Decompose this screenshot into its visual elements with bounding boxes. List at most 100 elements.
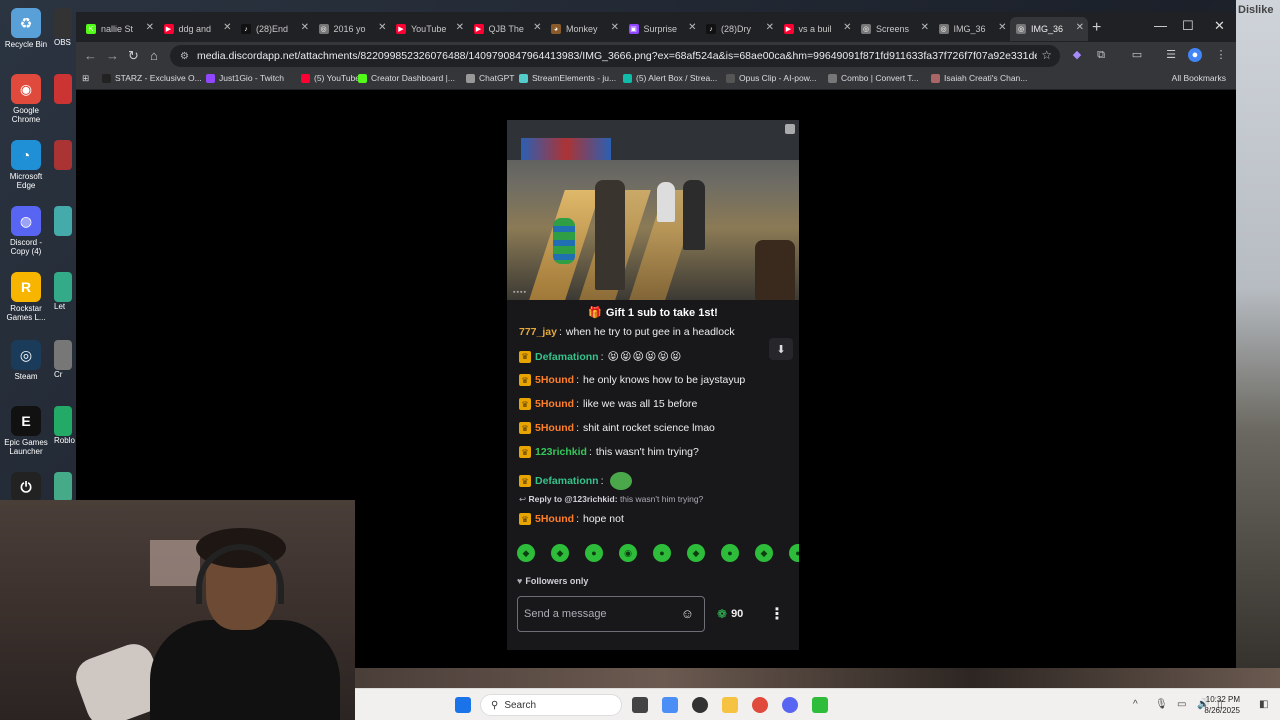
desktop-icon-partial[interactable]: Let: [54, 272, 76, 311]
browser-tab[interactable]: ◎ IMG_36 ✕: [933, 17, 1011, 41]
browser-tab[interactable]: ▶ QJB The ✕: [468, 17, 546, 41]
chat-username[interactable]: 777_jay: [519, 326, 557, 338]
extensions-puzzle-icon[interactable]: ⧉: [1094, 48, 1108, 62]
chat-username[interactable]: Defamationn: [535, 475, 599, 487]
close-window-button[interactable]: ✕: [1214, 18, 1225, 34]
bookmark-item[interactable]: ChatGPT: [466, 73, 514, 83]
tray-chevron-icon[interactable]: ^: [1133, 699, 1138, 710]
tab-close-icon[interactable]: ✕: [766, 22, 774, 33]
kick-taskbar-icon[interactable]: [812, 697, 828, 713]
new-tab-button[interactable]: +: [1092, 19, 1101, 37]
bookmark-item[interactable]: (5) Alert Box / Strea...: [623, 73, 717, 83]
bookmark-item[interactable]: Combo | Convert T...: [828, 73, 919, 83]
address-bar[interactable]: ⚙ media.discordapp.net/attachments/82209…: [170, 45, 1060, 67]
maximize-button[interactable]: ☐: [1182, 18, 1194, 34]
emote-icon[interactable]: ●: [585, 544, 603, 562]
desktop-icon-partial[interactable]: Cr: [54, 340, 76, 379]
emoji-icon[interactable]: ☺: [681, 606, 694, 621]
browser-tab[interactable]: ▶ YouTube ✕: [390, 17, 468, 41]
tab-close-icon[interactable]: ✕: [998, 22, 1006, 33]
desktop-icon-partial[interactable]: Roblo: [54, 406, 76, 445]
chat-more-menu-icon[interactable]: ⋮: [769, 604, 785, 624]
bookmark-item[interactable]: Just1Gio - Twitch: [206, 73, 284, 83]
profile-avatar-icon[interactable]: ●: [1188, 48, 1202, 62]
bookmark-item[interactable]: Opus Clip - AI-pow...: [726, 73, 816, 83]
browser-tab[interactable]: ♪ (28)Dry ✕: [700, 17, 778, 41]
tab-close-icon[interactable]: ✕: [843, 22, 851, 33]
clock[interactable]: 10:32 PM 8/26/2025: [1204, 694, 1240, 716]
obs-icon[interactable]: [692, 697, 708, 713]
chat-username[interactable]: 123richkid: [535, 446, 587, 458]
browser-tab[interactable]: ◎ Screens ✕: [855, 17, 933, 41]
desktop-icon[interactable]: R Rockstar Games L...: [2, 272, 50, 322]
file-explorer-icon[interactable]: [722, 697, 738, 713]
emote-icon[interactable]: ◆: [517, 544, 535, 562]
browser-tab[interactable]: ▶ ddg and ✕: [158, 17, 236, 41]
forward-button[interactable]: →: [106, 48, 119, 63]
browser-tab[interactable]: ◕ Monkey ✕: [545, 17, 623, 41]
all-bookmarks-folder[interactable]: All Bookmarks: [1172, 73, 1226, 83]
browser-tab[interactable]: ◎ IMG_36 ✕: [1010, 17, 1088, 41]
desktop-icon-partial[interactable]: [54, 206, 76, 236]
reload-button[interactable]: ↻: [128, 48, 139, 64]
taskbar-search[interactable]: ⚲ Search: [480, 694, 622, 716]
chat-username[interactable]: 5Hound: [535, 513, 574, 525]
emote-icon[interactable]: ◆: [755, 544, 773, 562]
emote-icon[interactable]: ●: [789, 544, 799, 562]
chat-username[interactable]: Defamationn: [535, 351, 599, 363]
browser-tab[interactable]: ◎ 2016 yo ✕: [313, 17, 391, 41]
back-button[interactable]: ←: [84, 48, 97, 63]
site-info-icon[interactable]: ⚙: [180, 51, 189, 62]
notification-icon[interactable]: ◧: [1259, 699, 1268, 710]
chrome-taskbar-icon[interactable]: [752, 697, 768, 713]
bookmark-item[interactable]: StreamElements - ju...: [519, 73, 616, 83]
chat-username[interactable]: 5Hound: [535, 398, 574, 410]
tab-close-icon[interactable]: ✕: [533, 22, 541, 33]
home-button[interactable]: ⌂: [150, 48, 158, 63]
browser-tab[interactable]: ♪ (28)End ✕: [235, 17, 313, 41]
media-control-icon[interactable]: ▭: [1130, 48, 1144, 62]
browser-menu-icon[interactable]: ⋮: [1214, 48, 1228, 62]
chat-username[interactable]: 5Hound: [535, 422, 574, 434]
bookmark-item[interactable]: STARZ - Exclusive O...: [102, 73, 202, 83]
desktop-icon[interactable]: E Epic Games Launcher: [2, 406, 50, 456]
desktop-icon[interactable]: ◉ Google Chrome: [2, 74, 50, 124]
mic-icon[interactable]: 🎙: [1155, 699, 1168, 710]
bookmark-star-icon[interactable]: ☆: [1041, 48, 1052, 62]
bookmark-item[interactable]: (5) YouTube: [301, 73, 360, 83]
apps-grid-icon[interactable]: ⊞: [82, 73, 89, 84]
extension-shield-icon[interactable]: ◆: [1070, 48, 1084, 62]
desktop-icon-partial[interactable]: [54, 74, 76, 104]
tab-close-icon[interactable]: ✕: [146, 22, 154, 33]
task-view-icon[interactable]: [632, 697, 648, 713]
emote-icon[interactable]: ●: [653, 544, 671, 562]
emote-icon[interactable]: ◆: [551, 544, 569, 562]
tab-close-icon[interactable]: ✕: [223, 22, 231, 33]
start-menu-icon[interactable]: [455, 697, 471, 713]
desktop-icon-partial[interactable]: [54, 140, 76, 170]
emote-icon[interactable]: ◉: [619, 544, 637, 562]
chat-username[interactable]: 5Hound: [535, 374, 574, 386]
bookmark-item[interactable]: Isaiah Creati's Chan...: [931, 73, 1027, 83]
tab-close-icon[interactable]: ✕: [456, 22, 464, 33]
channel-points[interactable]: ❁ 90: [717, 607, 743, 621]
browser-tab[interactable]: ▶ vs a buil ✕: [778, 17, 856, 41]
copilot-icon[interactable]: [662, 697, 678, 713]
tab-close-icon[interactable]: ✕: [1076, 22, 1084, 33]
emote-icon[interactable]: ●: [721, 544, 739, 562]
desktop-icon[interactable]: ◍ Discord - Copy (4): [2, 206, 50, 256]
tab-close-icon[interactable]: ✕: [688, 22, 696, 33]
discord-taskbar-icon[interactable]: [782, 697, 798, 713]
tab-close-icon[interactable]: ✕: [611, 22, 619, 33]
send-message-input[interactable]: [524, 608, 674, 620]
gift-sub-banner[interactable]: 🎁 Gift 1 sub to take 1st!: [507, 306, 799, 324]
browser-tab[interactable]: ▣ Surprise ✕: [623, 17, 701, 41]
tab-close-icon[interactable]: ✕: [378, 22, 386, 33]
desktop-icon-partial[interactable]: [54, 472, 76, 502]
tab-close-icon[interactable]: ✕: [301, 22, 309, 33]
desktop-icon[interactable]: ◎ Steam: [2, 340, 50, 381]
network-icon[interactable]: ▭: [1177, 699, 1186, 710]
desktop-icon[interactable]: ♻ Recycle Bin: [2, 8, 50, 49]
bookmark-item[interactable]: Creator Dashboard |...: [358, 73, 455, 83]
minimize-button[interactable]: —: [1154, 18, 1167, 33]
